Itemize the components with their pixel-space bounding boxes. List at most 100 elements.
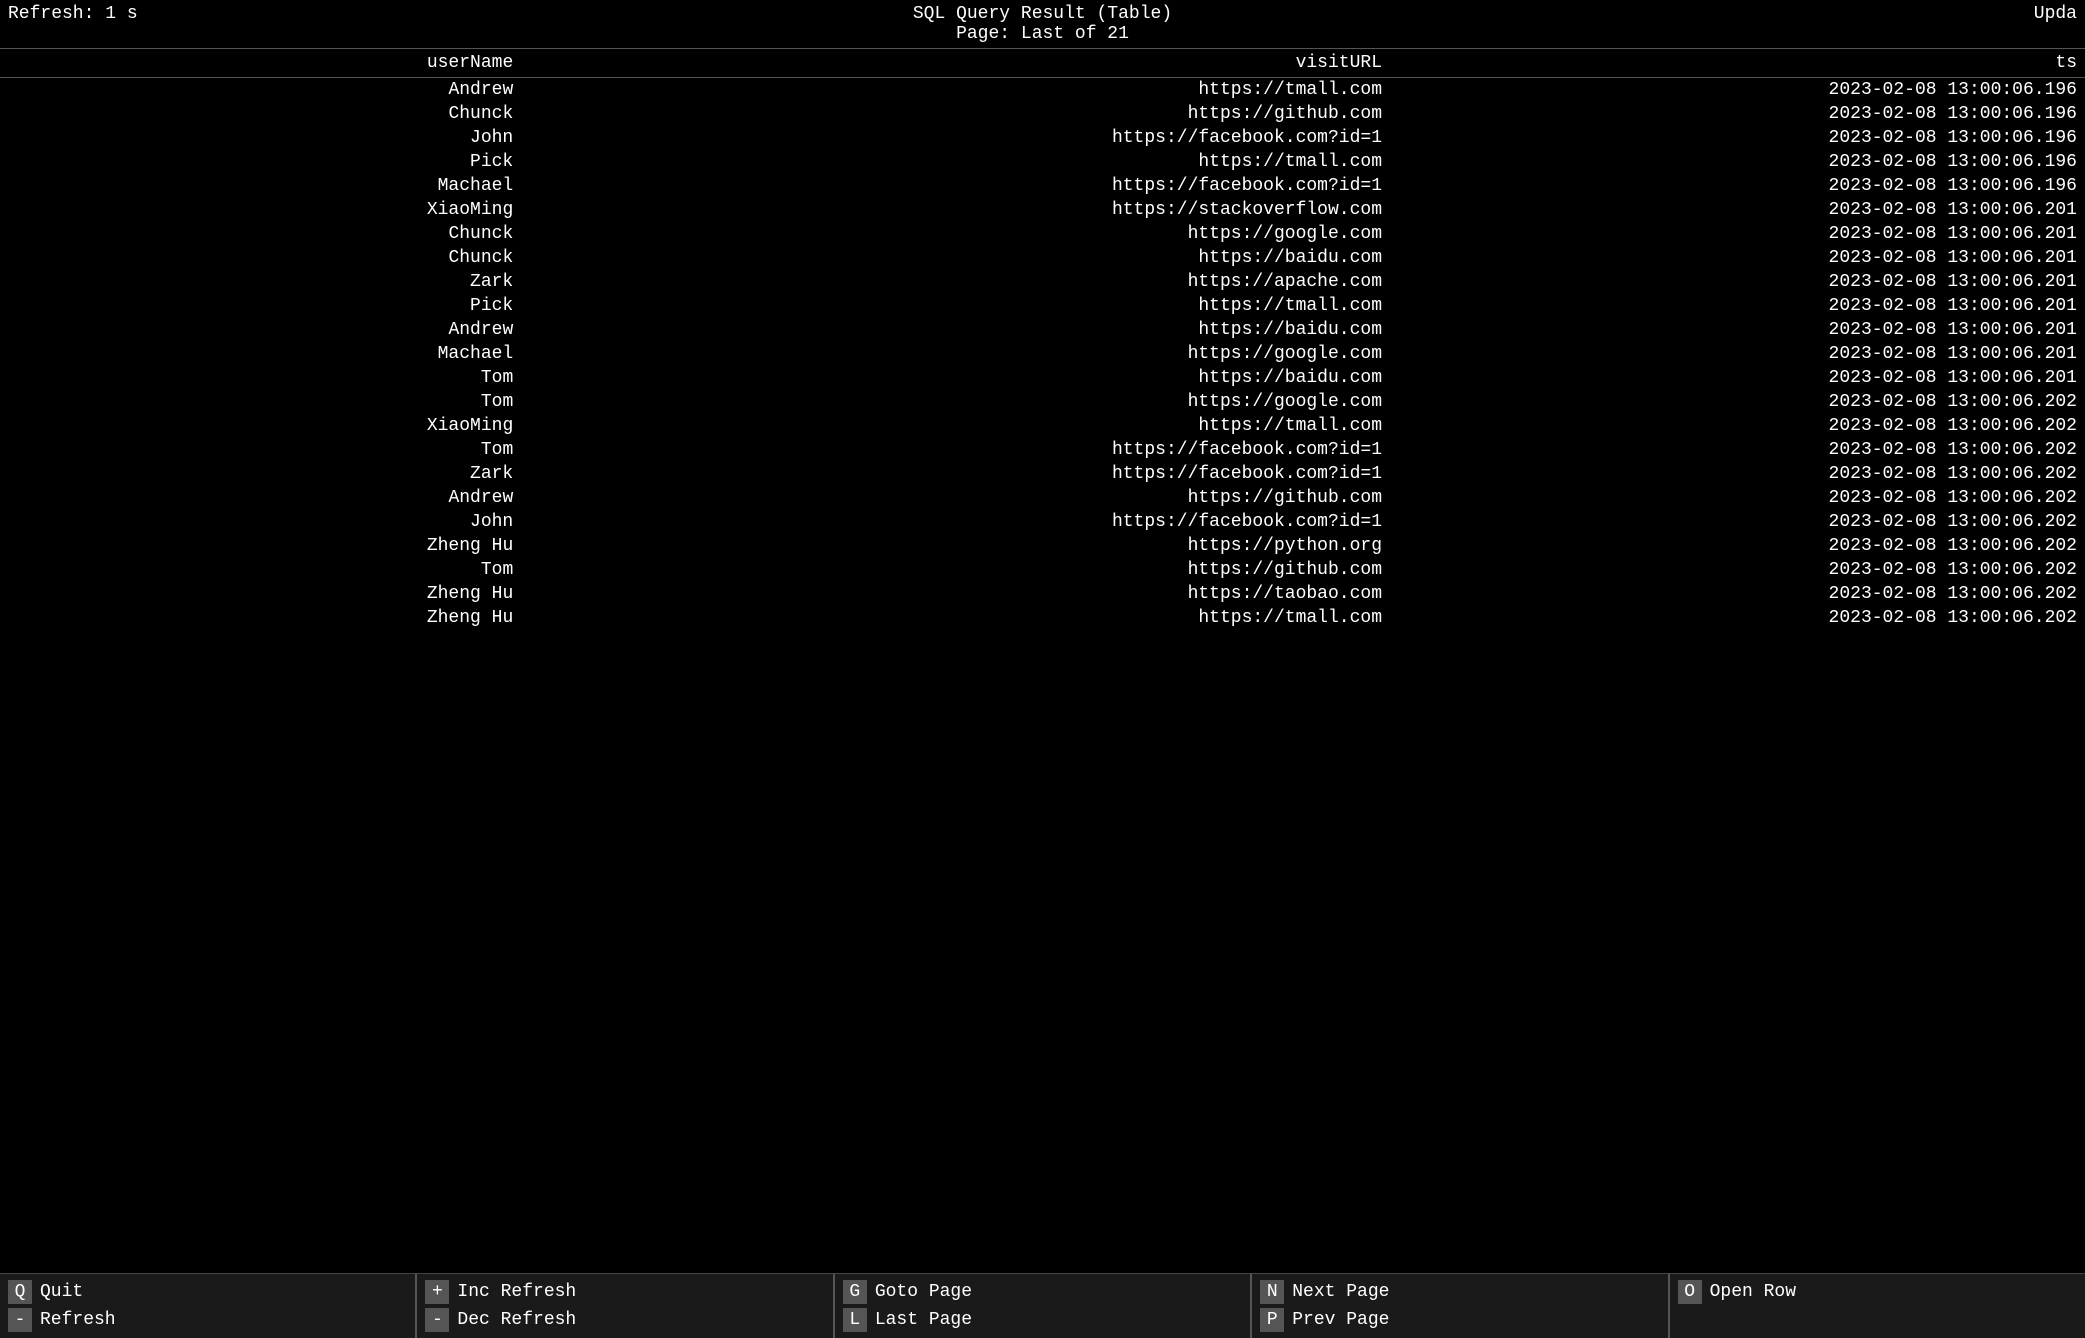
footer-section-goto: G Goto Page L Last Page [835,1274,1250,1338]
title-text: SQL Query Result (Table) [208,4,1877,24]
cell-username: Andrew [0,318,521,342]
key-dash-refresh: - [8,1308,32,1332]
key-g: G [843,1280,867,1304]
table-row: Johnhttps://facebook.com?id=12023-02-08 … [0,510,2085,534]
cell-ts: 2023-02-08 13:00:06.201 [1390,270,2085,294]
table-row: Chunckhttps://google.com2023-02-08 13:00… [0,222,2085,246]
cell-visiturl: https://google.com [521,390,1390,414]
cell-ts: 2023-02-08 13:00:06.196 [1390,150,2085,174]
cell-username: Zheng Hu [0,534,521,558]
cell-username: John [0,126,521,150]
cell-username: John [0,510,521,534]
label-next-page: Next Page [1292,1282,1389,1302]
footer-section-open: O Open Row [1670,1274,2085,1338]
label-inc-refresh: Inc Refresh [457,1282,576,1302]
cell-ts: 2023-02-08 13:00:06.202 [1390,534,2085,558]
key-plus: + [425,1280,449,1304]
table-row: XiaoMinghttps://tmall.com2023-02-08 13:0… [0,414,2085,438]
table-header-row: userName visitURL ts [0,49,2085,78]
cell-visiturl: https://github.com [521,102,1390,126]
cell-username: Chunck [0,246,521,270]
cell-username: Tom [0,390,521,414]
table-row: Andrewhttps://tmall.com2023-02-08 13:00:… [0,78,2085,103]
footer: Q Quit - Refresh + Inc Refresh - Dec Ref… [0,1273,2085,1338]
cell-visiturl: https://tmall.com [521,414,1390,438]
cell-ts: 2023-02-08 13:00:06.202 [1390,582,2085,606]
key-l: L [843,1308,867,1332]
cell-visiturl: https://baidu.com [521,246,1390,270]
table-row: Zheng Huhttps://python.org2023-02-08 13:… [0,534,2085,558]
cell-ts: 2023-02-08 13:00:06.202 [1390,438,2085,462]
cell-username: Pick [0,294,521,318]
cell-username: Zark [0,462,521,486]
cell-visiturl: https://tmall.com [521,150,1390,174]
footer-item-prev-page[interactable]: P Prev Page [1252,1306,1667,1334]
label-dec-refresh: Dec Refresh [457,1310,576,1330]
table-row: Zheng Huhttps://taobao.com2023-02-08 13:… [0,582,2085,606]
footer-section-refresh: + Inc Refresh - Dec Refresh [417,1274,832,1338]
key-minus: - [425,1308,449,1332]
key-p: P [1260,1308,1284,1332]
table-row: XiaoMinghttps://stackoverflow.com2023-02… [0,198,2085,222]
cell-ts: 2023-02-08 13:00:06.202 [1390,390,2085,414]
table-container: userName visitURL ts Andrewhttps://tmall… [0,49,2085,630]
table-row: Andrewhttps://baidu.com2023-02-08 13:00:… [0,318,2085,342]
cell-username: XiaoMing [0,198,521,222]
cell-visiturl: https://facebook.com?id=1 [521,174,1390,198]
table-row: Chunckhttps://baidu.com2023-02-08 13:00:… [0,246,2085,270]
cell-visiturl: https://apache.com [521,270,1390,294]
table-row: Pickhttps://tmall.com2023-02-08 13:00:06… [0,150,2085,174]
label-open-row: Open Row [1710,1282,1796,1302]
cell-username: Tom [0,366,521,390]
footer-item-inc-refresh[interactable]: + Inc Refresh [417,1278,832,1306]
cell-ts: 2023-02-08 13:00:06.196 [1390,126,2085,150]
col-header-username: userName [0,49,521,78]
results-table: userName visitURL ts Andrewhttps://tmall… [0,49,2085,630]
label-quit: Quit [40,1282,83,1302]
table-row: Tomhttps://facebook.com?id=12023-02-08 1… [0,438,2085,462]
cell-visiturl: https://python.org [521,534,1390,558]
col-header-ts: ts [1390,49,2085,78]
footer-item-quit[interactable]: Q Quit [0,1278,415,1306]
footer-item-dec-refresh[interactable]: - Dec Refresh [417,1306,832,1334]
cell-ts: 2023-02-08 13:00:06.201 [1390,294,2085,318]
cell-visiturl: https://tmall.com [521,606,1390,630]
key-q: Q [8,1280,32,1304]
cell-username: Andrew [0,78,521,103]
footer-item-open-row[interactable]: O Open Row [1670,1278,2085,1306]
cell-username: Pick [0,150,521,174]
refresh-status: Refresh: 1 s [8,4,208,24]
cell-visiturl: https://stackoverflow.com [521,198,1390,222]
footer-item-goto-page[interactable]: G Goto Page [835,1278,1250,1306]
cell-ts: 2023-02-08 13:00:06.201 [1390,222,2085,246]
cell-username: Chunck [0,222,521,246]
cell-ts: 2023-02-08 13:00:06.201 [1390,246,2085,270]
cell-visiturl: https://github.com [521,486,1390,510]
cell-ts: 2023-02-08 13:00:06.202 [1390,558,2085,582]
table-row: Zheng Huhttps://tmall.com2023-02-08 13:0… [0,606,2085,630]
cell-username: Tom [0,558,521,582]
table-row: Zarkhttps://apache.com2023-02-08 13:00:0… [0,270,2085,294]
footer-item-last-page[interactable]: L Last Page [835,1306,1250,1334]
table-row: Tomhttps://google.com2023-02-08 13:00:06… [0,390,2085,414]
cell-username: Machael [0,342,521,366]
cell-username: XiaoMing [0,414,521,438]
cell-visiturl: https://google.com [521,342,1390,366]
table-row: Johnhttps://facebook.com?id=12023-02-08 … [0,126,2085,150]
cell-ts: 2023-02-08 13:00:06.202 [1390,486,2085,510]
cell-ts: 2023-02-08 13:00:06.202 [1390,606,2085,630]
footer-item-refresh[interactable]: - Refresh [0,1306,415,1334]
header-title: SQL Query Result (Table) Page: Last of 2… [208,4,1877,44]
label-prev-page: Prev Page [1292,1310,1389,1330]
cell-username: Chunck [0,102,521,126]
cell-ts: 2023-02-08 13:00:06.202 [1390,510,2085,534]
cell-visiturl: https://tmall.com [521,294,1390,318]
table-row: Pickhttps://tmall.com2023-02-08 13:00:06… [0,294,2085,318]
cell-ts: 2023-02-08 13:00:06.201 [1390,366,2085,390]
cell-visiturl: https://facebook.com?id=1 [521,438,1390,462]
header: Refresh: 1 s SQL Query Result (Table) Pa… [0,0,2085,49]
footer-item-next-page[interactable]: N Next Page [1252,1278,1667,1306]
cell-username: Andrew [0,486,521,510]
cell-username: Tom [0,438,521,462]
cell-visiturl: https://facebook.com?id=1 [521,126,1390,150]
